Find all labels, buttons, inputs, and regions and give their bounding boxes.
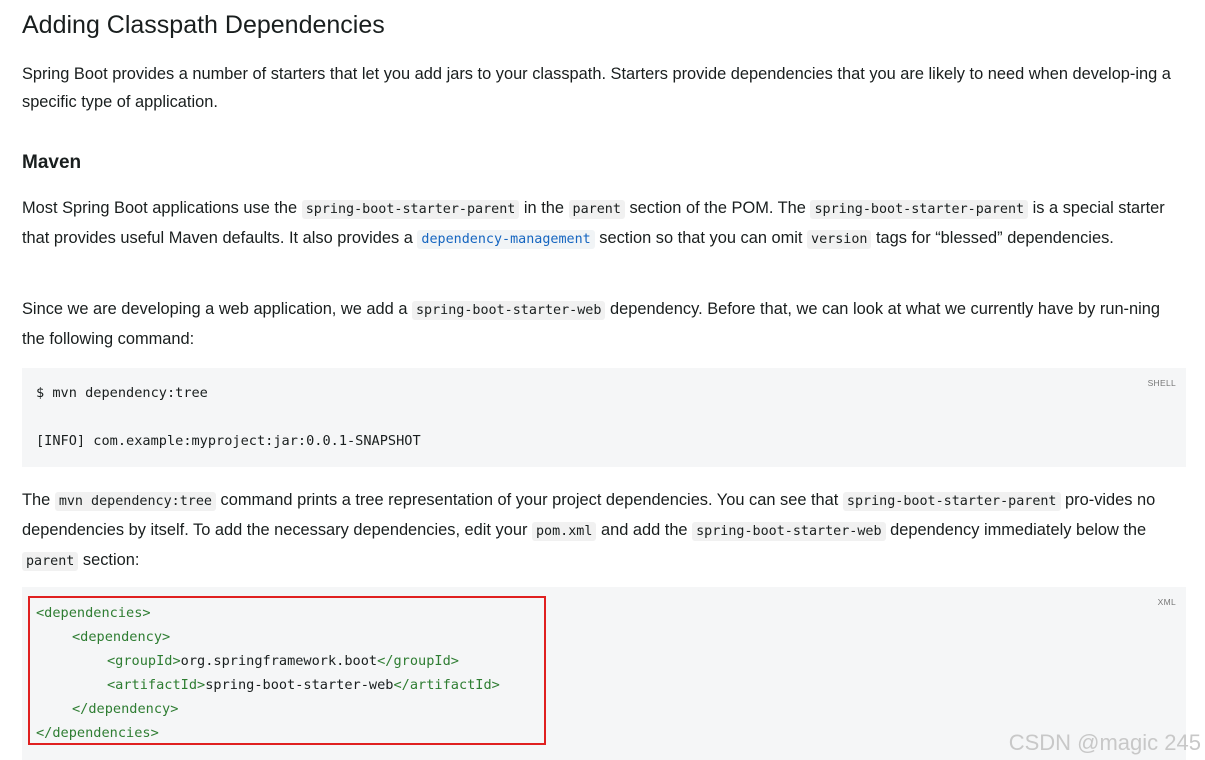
text: and add the	[596, 521, 693, 539]
inline-code: pom.xml	[531, 522, 597, 541]
inline-code: parent	[22, 552, 79, 571]
code-line: </dependency>	[72, 697, 178, 721]
code-line: [INFO] com.example:myproject:jar:0.0.1-S…	[36, 433, 421, 449]
code-line: <dependencies>	[36, 601, 151, 625]
dependency-management-link[interactable]: dependency-management	[417, 230, 595, 249]
xml-value: org.springframework.boot	[180, 653, 378, 669]
code-language-label: XML	[1157, 597, 1176, 607]
text: section so that you can omit	[594, 229, 808, 247]
xml-tag: <artifactId>	[107, 677, 206, 693]
shell-code-block[interactable]: SHELL $ mvn dependency:tree [INFO] com.e…	[22, 368, 1186, 467]
code-line: <groupId>org.springframework.boot</group…	[107, 649, 459, 673]
inline-code: spring-boot-starter-parent	[301, 200, 520, 219]
web-dependency-paragraph: Since we are developing a web applicatio…	[22, 295, 1186, 353]
text: section:	[78, 551, 140, 569]
text: in the	[519, 199, 569, 217]
text: command prints a tree representation of …	[216, 491, 843, 509]
xml-tag: <dependencies>	[36, 605, 151, 621]
code-line: $ mvn dependency:tree	[36, 385, 208, 401]
text: tags for “blessed” dependencies.	[871, 229, 1114, 247]
inline-code: spring-boot-starter-web	[412, 301, 606, 320]
tree-paragraph: The mvn dependency:tree command prints a…	[22, 486, 1186, 576]
xml-tag: </artifactId>	[393, 677, 500, 693]
inline-code: version	[807, 230, 872, 249]
code-line: </dependencies>	[36, 721, 159, 745]
maven-heading: Maven	[22, 152, 82, 173]
text: Most Spring Boot applications use the	[22, 199, 302, 217]
code-line: <dependency>	[72, 625, 170, 649]
xml-tag: <groupId>	[107, 653, 181, 669]
text: section of the POM. The	[624, 199, 811, 217]
watermark: CSDN @magic 245	[1008, 730, 1201, 755]
xml-value: spring-boot-starter-web	[205, 677, 394, 693]
text: dependency immediately below the	[885, 521, 1147, 539]
inline-code: parent	[568, 200, 625, 219]
inline-code: spring-boot-starter-parent	[810, 200, 1029, 219]
page-title: Adding Classpath Dependencies	[22, 11, 385, 39]
inline-code: mvn dependency:tree	[54, 492, 216, 511]
code-line: <artifactId>spring-boot-starter-web</art…	[107, 673, 500, 697]
xml-tag: </dependencies>	[36, 725, 159, 741]
text: The	[22, 491, 55, 509]
xml-tag: </groupId>	[377, 653, 459, 669]
inline-code: spring-boot-starter-web	[692, 522, 886, 541]
xml-tag: <dependency>	[72, 629, 171, 645]
text: Since we are developing a web applicatio…	[22, 300, 412, 318]
code-language-label: SHELL	[1147, 378, 1176, 388]
intro-paragraph: Spring Boot provides a number of starter…	[22, 65, 1171, 111]
pom-paragraph: Most Spring Boot applications use the sp…	[22, 194, 1186, 254]
xml-tag: </dependency>	[72, 701, 179, 717]
inline-code: spring-boot-starter-parent	[842, 492, 1061, 511]
